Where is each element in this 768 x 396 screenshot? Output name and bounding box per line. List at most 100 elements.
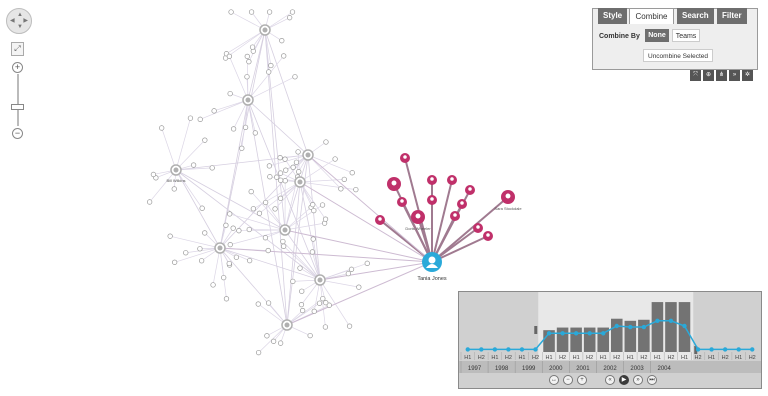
pan-up-icon[interactable]: ▲ [17,12,23,18]
rewind-icon[interactable]: « [605,375,615,385]
selection-handle-left[interactable] [534,326,538,334]
graph-node[interactable] [273,174,280,180]
graph-node[interactable] [244,53,250,60]
timebar-point[interactable] [492,347,498,352]
graph-node[interactable] [277,155,283,161]
graph-node[interactable] [290,164,296,170]
graph-node[interactable] [277,170,284,176]
graph-node[interactable] [255,301,261,307]
tab-filter[interactable]: Filter [717,8,747,24]
timebar-point[interactable] [709,347,714,352]
graph-node[interactable] [233,254,240,260]
graph-node[interactable] [221,274,227,281]
graph-node[interactable] [279,38,285,44]
graph-node[interactable] [187,115,194,121]
timebar-point[interactable] [546,331,552,336]
hierarchy-icon[interactable]: ⋔ [716,70,727,81]
graph-node[interactable] [250,206,257,212]
combine-option-teams[interactable]: Teams [672,29,700,42]
zoom-in-icon[interactable]: + [577,375,587,385]
graph-node[interactable] [244,74,250,80]
graph-node[interactable] [249,44,256,50]
graph-node[interactable] [199,205,205,211]
timebar-point[interactable] [560,331,565,336]
graph-node[interactable] [171,259,178,265]
graph-node[interactable] [348,266,355,272]
zoom-out-button[interactable]: − [12,128,23,139]
fit-icon[interactable]: ⤧ [690,70,701,81]
graph-node[interactable] [323,139,329,145]
graph-node[interactable] [298,301,305,308]
zoom-icon[interactable]: ⊕ [703,70,714,81]
graph-node[interactable] [307,332,313,339]
pan-control[interactable]: ▲ ▼ ◀ ▶ [6,8,32,34]
graph-node[interactable] [248,188,254,195]
tab-search[interactable]: Search [677,8,714,24]
graph-node[interactable] [226,53,233,59]
graph-node[interactable] [211,108,217,114]
graph-node[interactable] [316,300,323,306]
graph-node[interactable] [210,282,216,288]
pan-right-icon[interactable]: ▶ [23,18,28,24]
graph-node[interactable] [309,249,316,255]
graph-node[interactable] [322,216,329,222]
graph-node[interactable] [272,206,278,212]
graph-node[interactable] [150,171,157,178]
graph-node[interactable] [223,296,230,302]
graph-node[interactable] [341,176,347,182]
zoom-slider-handle[interactable] [11,104,24,110]
graph-node[interactable] [286,15,293,21]
graph-node[interactable] [209,165,215,171]
graph-node[interactable] [345,270,351,277]
graph-node[interactable] [248,9,255,15]
zoom-out-icon[interactable]: − [563,375,573,385]
graph-node[interactable] [267,174,273,180]
graph-node[interactable] [289,9,296,15]
timebar-point[interactable] [655,318,660,323]
graph-node[interactable] [346,323,353,329]
zoom-in-button[interactable]: + [12,62,23,73]
graph-node[interactable] [319,202,326,208]
graph-node[interactable] [338,186,344,192]
graph-node[interactable] [310,202,316,208]
zoom-fit-icon[interactable]: ↔ [549,375,559,385]
graph-node[interactable] [266,69,272,75]
end-icon[interactable]: ⏭ [647,375,657,385]
graph-node[interactable] [246,226,252,233]
timebar-point[interactable] [519,347,525,352]
graph-node[interactable] [270,338,277,344]
graph-node[interactable] [202,137,208,143]
timebar-point[interactable] [465,347,470,352]
graph-node[interactable] [256,210,263,216]
graph-node[interactable] [281,243,287,249]
graph-node[interactable] [280,238,286,245]
graph-node[interactable] [198,258,205,264]
timebar-point[interactable] [587,331,592,336]
graph-node[interactable] [311,308,317,314]
graph-node[interactable] [353,186,359,193]
graph-node[interactable] [171,186,177,192]
timebar-point[interactable] [533,347,538,352]
graph-node[interactable] [197,116,203,122]
graph-node[interactable] [320,295,326,302]
graph-node[interactable] [265,300,272,306]
graph-node[interactable] [262,235,269,241]
timebar-point[interactable] [668,318,674,323]
fit-view-button[interactable]: ⤢ [11,42,24,56]
graph-node[interactable] [311,207,317,214]
graph-node[interactable] [299,307,306,314]
timebar-point[interactable] [573,331,579,336]
graph-node[interactable] [293,159,300,165]
graph-node[interactable] [265,247,271,254]
graph-node[interactable] [228,9,234,15]
graph-node[interactable] [246,257,253,264]
settings-icon[interactable]: ✲ [742,70,753,81]
graph-node[interactable] [190,162,197,168]
timebar-point[interactable] [601,331,606,336]
graph-node[interactable] [266,9,273,15]
graph-node[interactable] [292,74,298,80]
graph-node[interactable] [227,90,233,97]
graph-node[interactable] [239,145,245,151]
graph-node[interactable] [236,228,242,234]
graph-node[interactable] [252,130,258,136]
